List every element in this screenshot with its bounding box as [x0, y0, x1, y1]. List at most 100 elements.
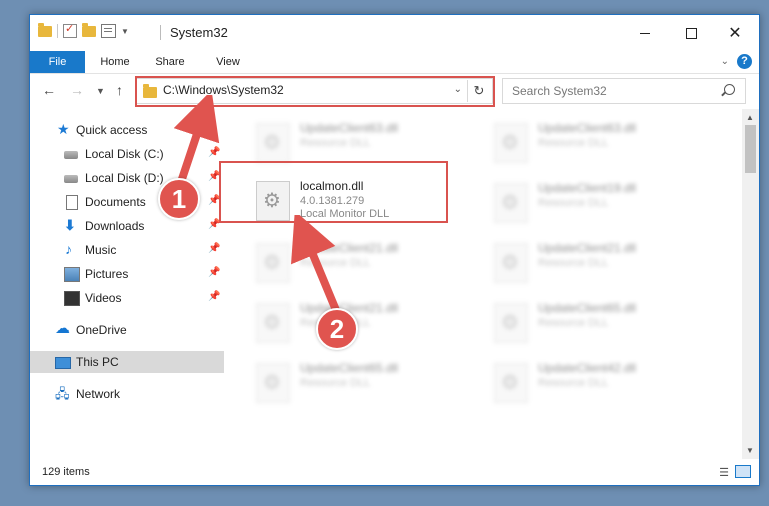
folder-icon[interactable] — [38, 22, 52, 37]
toolbar-dropdown-icon[interactable]: ▼ — [121, 27, 129, 36]
pin-icon[interactable]: 📌 — [208, 243, 220, 254]
music-icon: ♪ — [65, 241, 72, 257]
scroll-down-icon[interactable]: ▼ — [746, 446, 754, 455]
sidebar-item-label: Videos — [85, 291, 122, 305]
dll-file-icon — [256, 123, 290, 163]
sidebar-item-label: Pictures — [85, 267, 129, 281]
file-description: Resource DLL — [538, 197, 609, 209]
star-icon: ★ — [57, 121, 70, 137]
item-count: 129 items — [42, 466, 90, 478]
properties-icon[interactable] — [101, 24, 116, 38]
sidebar-item-this-pc[interactable]: This PC — [30, 351, 224, 373]
sidebar-item-label: OneDrive — [76, 323, 127, 337]
dll-file-icon — [256, 303, 290, 343]
vertical-scrollbar[interactable]: ▲ ▼ — [742, 109, 759, 459]
close-button[interactable]: ✕ — [713, 15, 757, 51]
file-item[interactable]: UpdateClient65.dll Resource DLL — [490, 297, 720, 347]
sidebar-item-label: Quick access — [76, 123, 148, 137]
search-input[interactable]: Search System32 — [502, 78, 746, 104]
scrollbar-thumb[interactable] — [745, 125, 756, 173]
maximize-icon — [685, 27, 697, 39]
file-item[interactable]: UpdateClient63.dll Resource DLL — [252, 117, 482, 167]
documents-icon — [66, 195, 78, 210]
pictures-icon — [64, 267, 80, 282]
help-icon[interactable]: ? — [737, 54, 752, 69]
title-divider — [160, 25, 161, 40]
file-description: Resource DLL — [300, 137, 371, 149]
scroll-up-icon[interactable]: ▲ — [746, 113, 754, 122]
file-description: Resource DLL — [538, 377, 609, 389]
file-item[interactable]: UpdateClient21.dll Resource DLL — [252, 237, 482, 287]
sidebar-item-label: This PC — [76, 355, 119, 369]
title-bar: ▼ System32 ✕ — [30, 15, 759, 51]
file-item[interactable]: UpdateClient63.dll Resource DLL — [490, 117, 720, 167]
toolbar-divider — [57, 24, 58, 38]
details-view-icon[interactable]: ☰ — [719, 466, 729, 479]
recent-locations-icon[interactable]: ▼ — [96, 86, 105, 96]
file-item[interactable]: UpdateClient65.dll Resource DLL — [252, 357, 482, 407]
download-icon: ⬇ — [64, 217, 76, 233]
pin-icon[interactable]: 📌 — [208, 267, 220, 278]
dll-file-icon — [494, 243, 528, 283]
expand-ribbon-icon[interactable]: ⌄ — [721, 56, 729, 67]
large-icons-view-icon[interactable] — [735, 465, 751, 478]
sidebar-item-label: Network — [76, 387, 121, 401]
tab-file[interactable]: File — [30, 51, 85, 73]
ribbon-tabs: File Home Share View ⌄ ? — [30, 51, 759, 74]
file-name: UpdateClient19.dll — [538, 181, 637, 195]
minimize-icon — [640, 32, 650, 34]
forward-arrow-icon[interactable]: → — [70, 82, 84, 98]
tab-share[interactable]: Share — [145, 51, 195, 73]
quick-access-toolbar: ▼ — [38, 22, 129, 38]
tab-view[interactable]: View — [203, 51, 253, 73]
sidebar-item-label: Music — [85, 243, 117, 257]
file-name: UpdateClient65.dll — [300, 361, 399, 375]
up-arrow-icon[interactable]: ↑ — [116, 82, 123, 98]
file-item[interactable]: UpdateClient21.dll Resource DLL — [490, 237, 720, 287]
file-name: UpdateClient21.dll — [538, 241, 637, 255]
file-item[interactable]: UpdateClient21.dll Resource DLL — [252, 297, 482, 347]
disk-icon — [64, 151, 78, 159]
file-name: UpdateClient63.dll — [300, 121, 399, 135]
sidebar-item-music[interactable]: ♪ Music 📌 — [30, 239, 224, 261]
file-description: Resource DLL — [538, 137, 609, 149]
file-item[interactable]: UpdateClient42.dll Resource DLL — [490, 357, 720, 407]
sidebar-item-pictures[interactable]: Pictures 📌 — [30, 263, 224, 285]
search-icon[interactable] — [724, 84, 735, 95]
file-name: UpdateClient42.dll — [538, 361, 637, 375]
sidebar-item-videos[interactable]: Videos 📌 — [30, 287, 224, 309]
minimize-button[interactable] — [623, 15, 667, 51]
dll-file-icon — [494, 183, 528, 223]
sidebar-item-label: Downloads — [85, 219, 145, 233]
pin-icon[interactable]: 📌 — [208, 291, 220, 302]
new-folder-icon[interactable] — [82, 22, 96, 37]
arrow-2-icon — [291, 215, 342, 319]
sidebar-item-network[interactable]: 🖧 Network — [30, 383, 224, 405]
file-name: UpdateClient65.dll — [538, 301, 637, 315]
network-icon: 🖧 — [55, 386, 70, 401]
step-badge-2: 2 — [316, 308, 358, 350]
properties-check-icon[interactable] — [63, 22, 77, 38]
dll-file-icon — [256, 243, 290, 283]
dll-file-icon — [494, 303, 528, 343]
step-badge-1: 1 — [158, 178, 200, 220]
file-item[interactable]: UpdateClient19.dll Resource DLL — [490, 177, 720, 227]
cloud-icon: ☁ — [55, 320, 70, 337]
disk-icon — [64, 175, 78, 183]
pc-icon — [55, 357, 71, 369]
videos-icon — [64, 291, 80, 306]
file-description: Resource DLL — [538, 257, 609, 269]
file-description: Resource DLL — [300, 377, 371, 389]
sidebar-item-downloads[interactable]: ⬇ Downloads 📌 — [30, 215, 224, 237]
maximize-button[interactable] — [669, 15, 713, 51]
file-description: Resource DLL — [538, 317, 609, 329]
status-bar: 129 items ☰ — [30, 461, 759, 485]
dll-file-icon — [494, 363, 528, 403]
back-arrow-icon[interactable]: ← — [42, 82, 56, 98]
window-title: System32 — [170, 25, 228, 40]
sidebar-item-onedrive[interactable]: ☁ OneDrive — [30, 319, 224, 341]
file-name: UpdateClient63.dll — [538, 121, 637, 135]
sidebar-item-label: Documents — [85, 195, 146, 209]
tab-home[interactable]: Home — [90, 51, 140, 73]
search-placeholder: Search System32 — [512, 84, 607, 98]
